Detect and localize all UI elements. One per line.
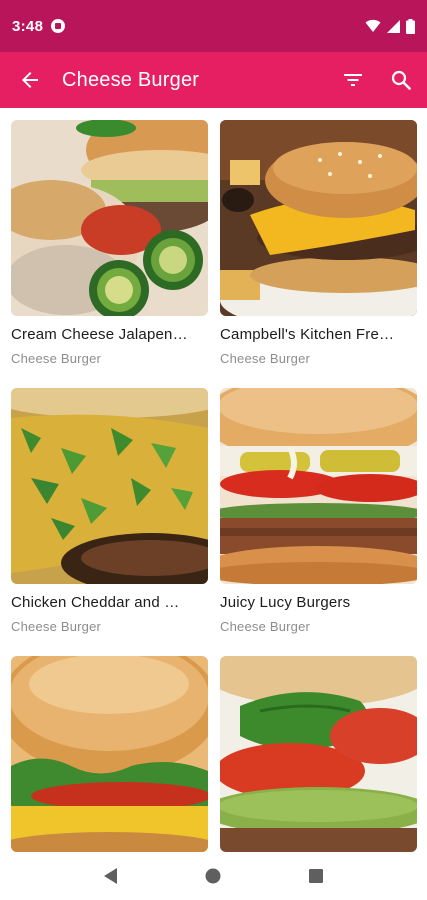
battery-icon <box>406 18 415 34</box>
filter-icon <box>344 74 362 86</box>
recipe-card[interactable]: Chicken Cheddar and … Cheese Burger <box>11 388 208 634</box>
back-button[interactable] <box>6 56 54 104</box>
signal-icon <box>387 19 400 33</box>
recipe-category: Cheese Burger <box>11 619 102 634</box>
recipe-category: Cheese Burger <box>220 351 311 366</box>
status-icons <box>365 18 415 34</box>
search-button[interactable] <box>377 56 425 104</box>
status-bar: 3:48 <box>0 0 427 52</box>
app-notification-icon <box>51 19 66 33</box>
recents-square-icon[interactable] <box>308 868 324 884</box>
recipe-image <box>11 120 208 316</box>
search-icon <box>391 70 411 90</box>
recipe-title: Campbell's Kitchen Fre… <box>220 326 395 343</box>
page-title: Cheese Burger <box>62 68 200 91</box>
recipe-image <box>220 388 417 584</box>
status-time: 3:48 <box>12 17 44 35</box>
system-nav-bar <box>0 852 427 900</box>
recipe-image <box>220 120 417 316</box>
recipe-card[interactable] <box>220 656 417 852</box>
recipe-category: Cheese Burger <box>11 351 102 366</box>
arrow-back-icon <box>22 72 38 88</box>
recipe-grid: Cream Cheese Jalapen… Cheese Burger Camp… <box>0 108 427 852</box>
filter-button[interactable] <box>329 56 377 104</box>
app-bar: Cheese Burger <box>0 52 427 108</box>
home-circle-icon[interactable] <box>204 867 222 885</box>
recipe-image <box>11 656 208 852</box>
recipe-title: Chicken Cheddar and … <box>11 594 180 611</box>
recipe-title: Cream Cheese Jalapen… <box>11 326 188 343</box>
recipe-image <box>11 388 208 584</box>
recipe-category: Cheese Burger <box>220 619 311 634</box>
back-triangle-icon[interactable] <box>103 867 119 885</box>
recipe-card[interactable]: Campbell's Kitchen Fre… Cheese Burger <box>220 120 417 366</box>
recipe-card[interactable] <box>11 656 208 852</box>
recipe-title: Juicy Lucy Burgers <box>220 594 351 611</box>
app-bar-actions <box>329 56 425 104</box>
recipe-card[interactable]: Juicy Lucy Burgers Cheese Burger <box>220 388 417 634</box>
recipe-card[interactable]: Cream Cheese Jalapen… Cheese Burger <box>11 120 208 366</box>
recipe-image <box>220 656 417 852</box>
wifi-icon <box>365 19 381 32</box>
